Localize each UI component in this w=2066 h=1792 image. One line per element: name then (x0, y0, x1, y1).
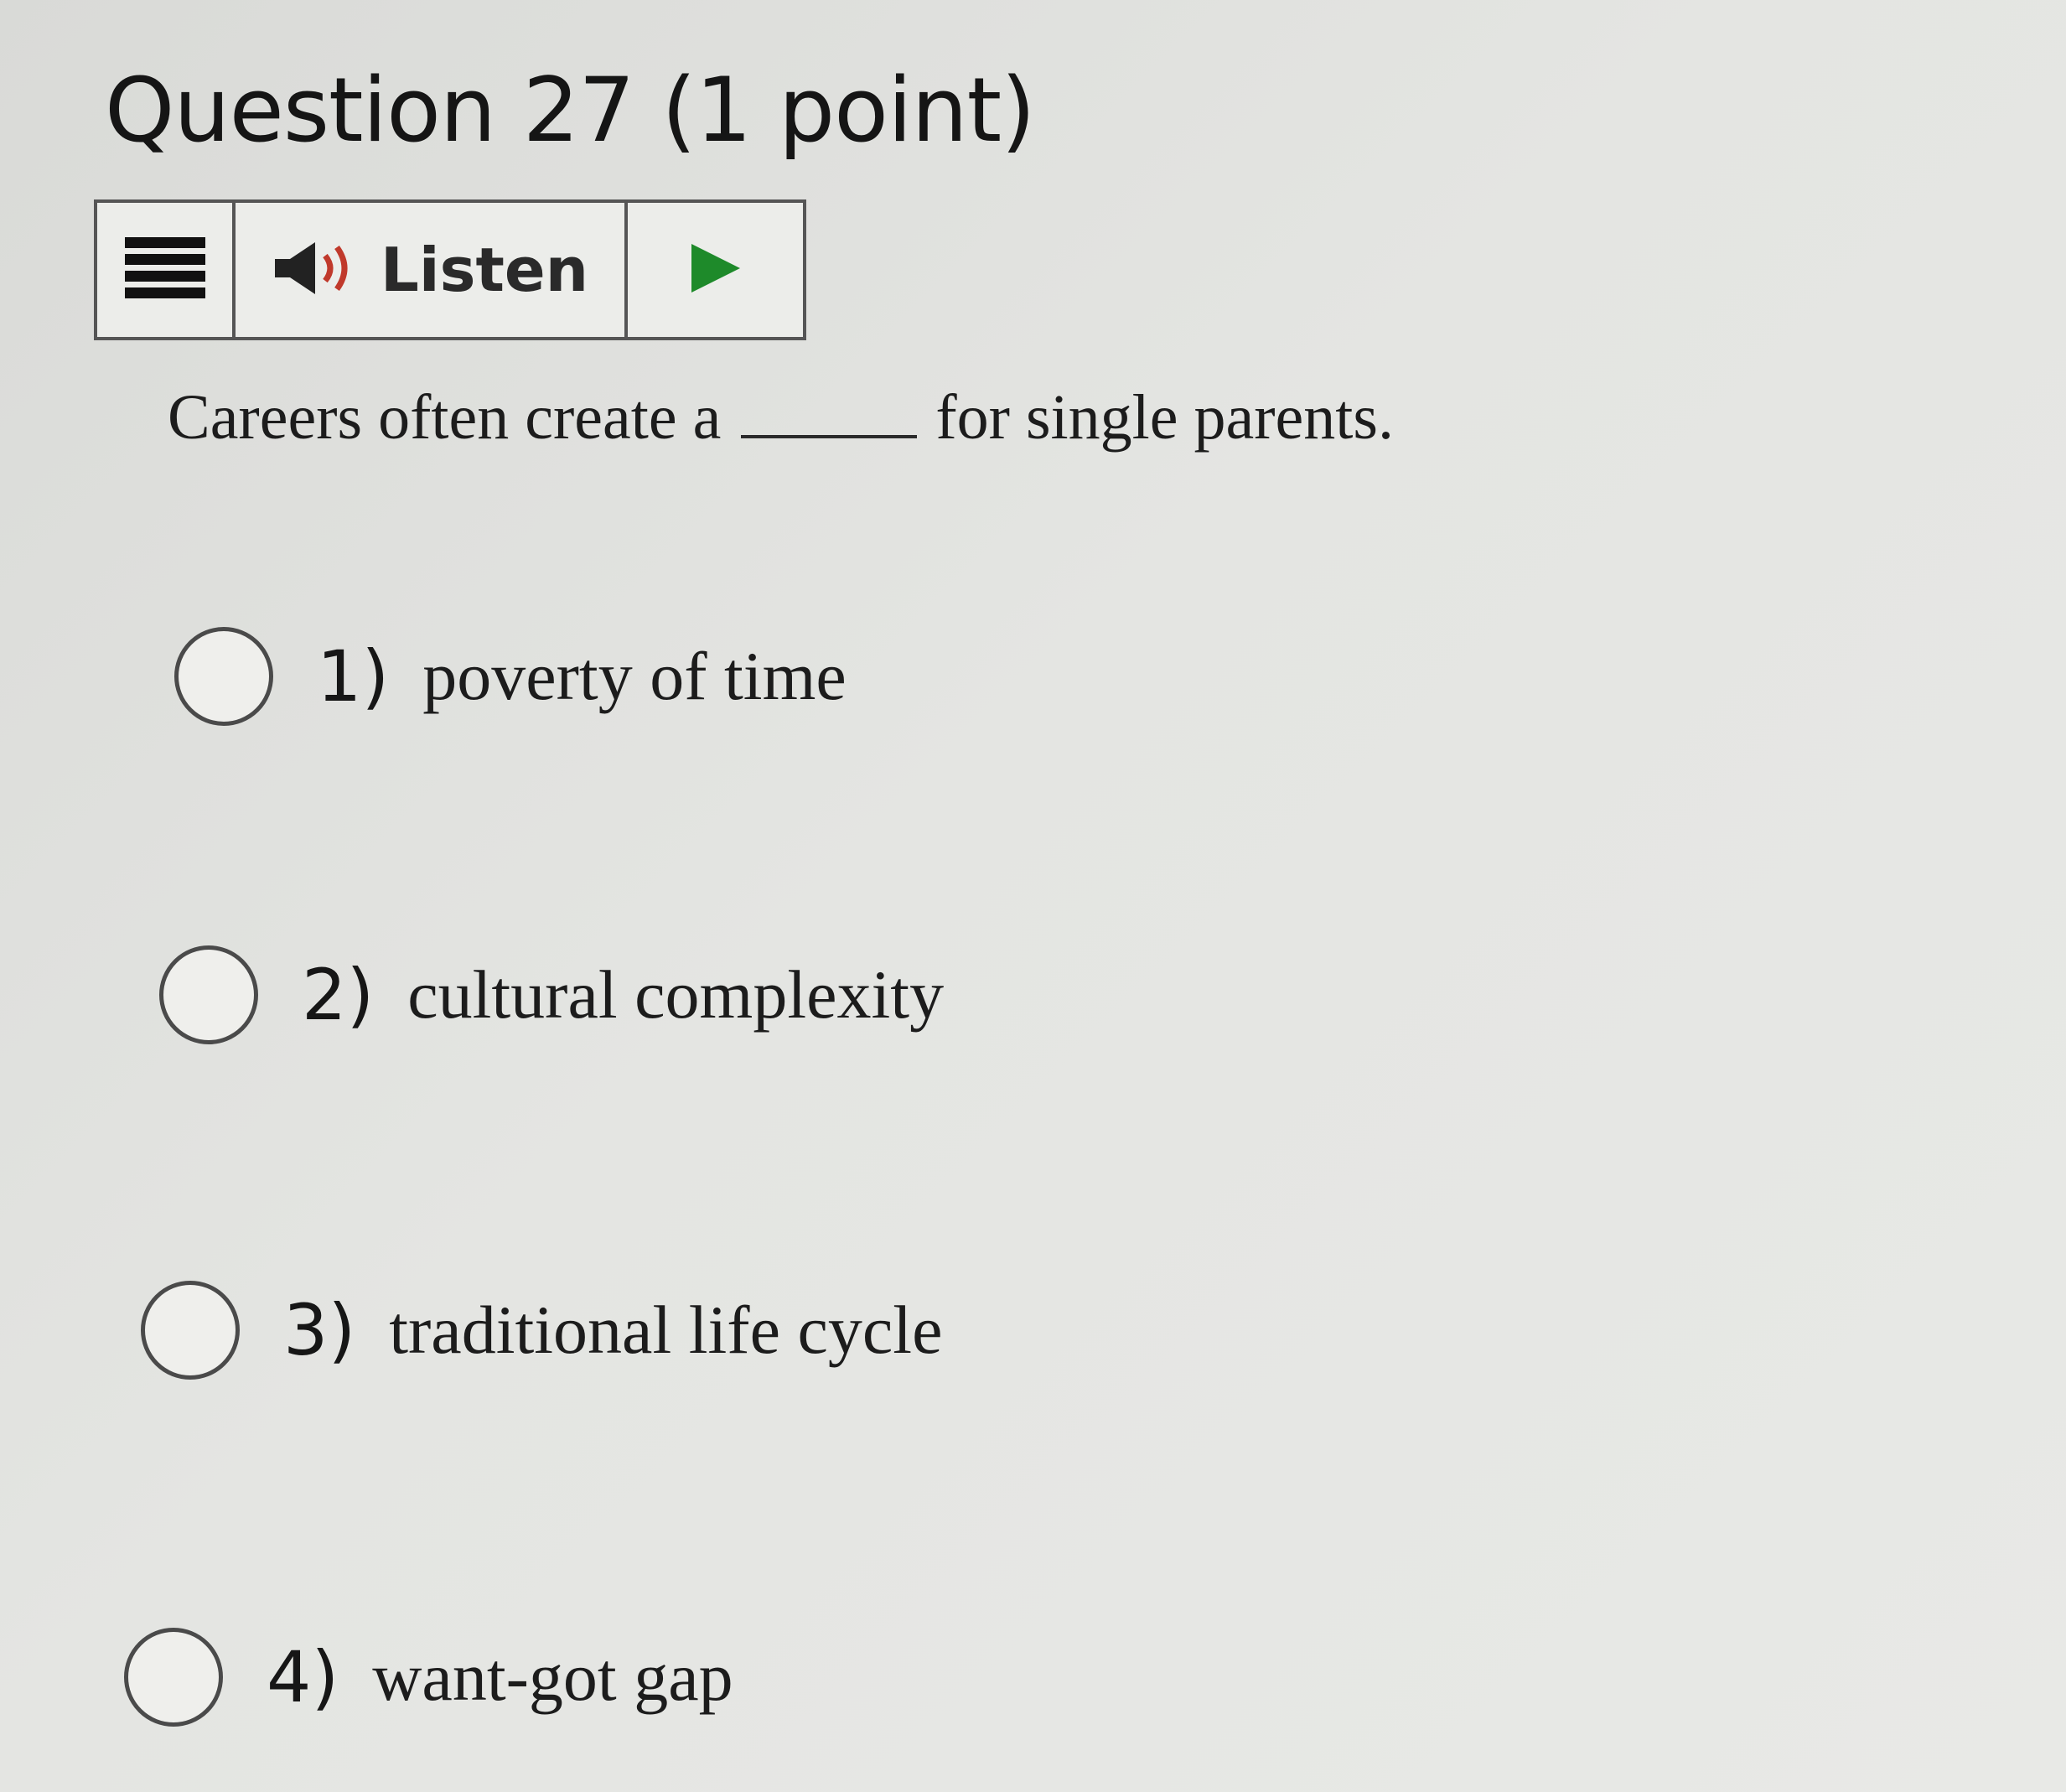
menu-button[interactable] (97, 203, 236, 337)
quiz-page: Question 27 (1 point) Listen Careers oft… (0, 0, 2066, 1792)
answer-option-1[interactable]: 1) poverty of time (174, 627, 847, 726)
radio-button[interactable] (124, 1628, 223, 1727)
speaker-icon (272, 239, 359, 302)
readspeaker-toolbar: Listen (94, 199, 806, 340)
listen-button[interactable]: Listen (236, 203, 628, 337)
radio-button[interactable] (174, 627, 273, 726)
fill-in-blank (741, 385, 918, 438)
menu-icon (124, 236, 205, 303)
radio-button[interactable] (141, 1281, 240, 1380)
option-number: 3) (283, 1289, 356, 1371)
option-label: poverty of time (422, 638, 847, 714)
play-icon (688, 241, 743, 300)
question-prompt: Careers often create a for single parent… (168, 381, 1394, 454)
listen-label: Listen (381, 235, 588, 305)
answer-option-4[interactable]: 4) want-got gap (124, 1628, 733, 1727)
play-button[interactable] (628, 203, 803, 337)
option-number: 2) (302, 954, 375, 1036)
prompt-text-after: for single parents. (935, 382, 1394, 453)
radio-button[interactable] (159, 945, 258, 1044)
question-title: Question 27 (1 point) (105, 59, 1036, 162)
prompt-text-before: Careers often create a (168, 382, 722, 453)
option-label: cultural complexity (407, 956, 945, 1033)
option-number: 4) (267, 1636, 339, 1718)
option-label: want-got gap (372, 1639, 733, 1715)
answer-option-3[interactable]: 3) traditional life cycle (141, 1281, 942, 1380)
answer-option-2[interactable]: 2) cultural complexity (159, 945, 944, 1044)
option-label: traditional life cycle (389, 1292, 943, 1368)
option-number: 1) (317, 635, 390, 717)
